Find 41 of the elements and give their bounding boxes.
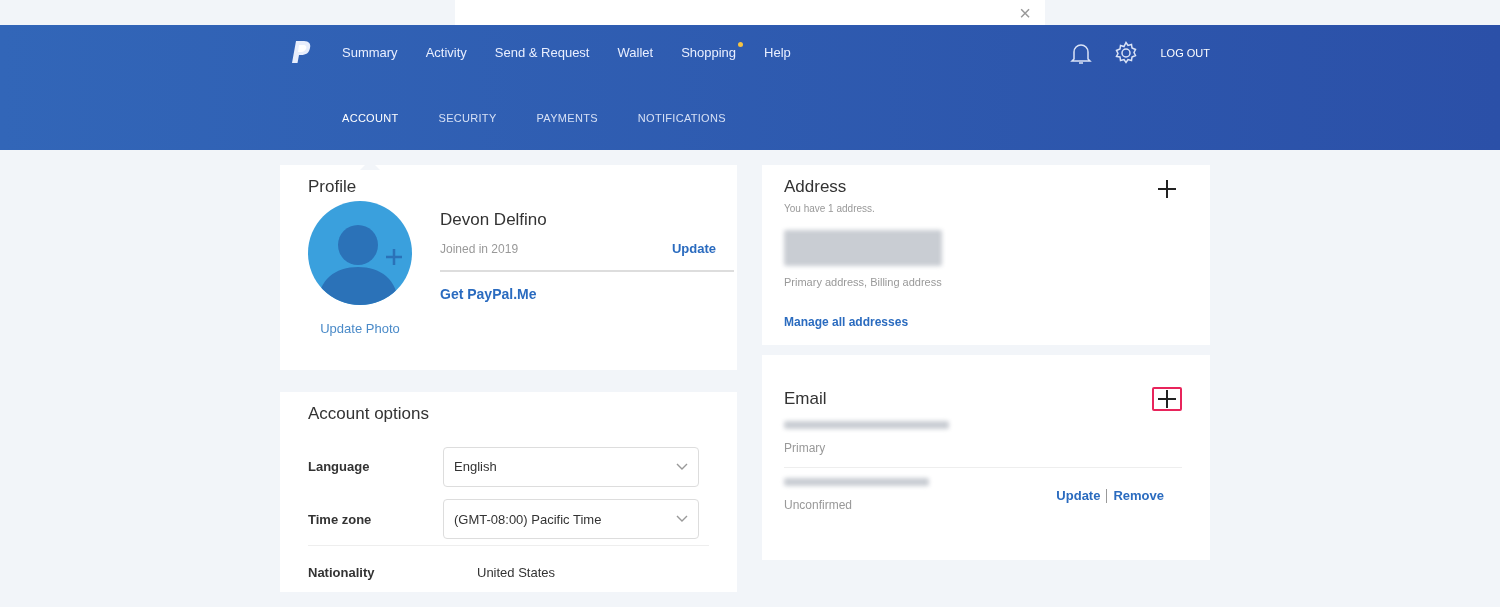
chevron-down-icon xyxy=(676,462,688,471)
avatar-icon[interactable] xyxy=(308,201,412,306)
dropdown[interactable]: English xyxy=(443,446,699,487)
chevron-down-icon xyxy=(676,515,688,524)
close-button[interactable]: × xyxy=(1019,4,1031,22)
section-title: Profile xyxy=(308,177,358,198)
add-button[interactable] xyxy=(1152,387,1182,411)
address-type: Primary address, Billing address xyxy=(784,275,943,290)
update-link[interactable]: Update xyxy=(671,238,716,259)
logout-link[interactable]: LOG OUT xyxy=(1160,44,1210,62)
bell-icon[interactable] xyxy=(1070,41,1093,65)
dropdown[interactable]: (GMT-08:00) Pacific Time xyxy=(443,499,699,540)
field-label: Language xyxy=(308,458,371,477)
nav-link[interactable]: Help xyxy=(764,43,791,63)
nav-link[interactable]: Summary xyxy=(342,43,398,63)
update-photo-link[interactable]: Update Photo xyxy=(320,319,400,339)
email-status: Primary xyxy=(784,440,827,457)
field-label: Nationality xyxy=(308,564,376,583)
nav-link[interactable]: Wallet xyxy=(617,43,654,63)
email-action-link[interactable]: Update xyxy=(1056,486,1101,506)
user-name: Devon Delfino xyxy=(440,209,548,232)
tab[interactable]: PAYMENTS xyxy=(536,103,598,133)
nav-link[interactable]: Send & Request xyxy=(494,43,590,63)
section-title: Email xyxy=(784,388,827,410)
nav-link[interactable]: Activity xyxy=(425,43,467,63)
email-action-link[interactable]: Remove xyxy=(1113,486,1164,506)
field-label: Time zone xyxy=(308,510,373,529)
nav-link[interactable]: Shopping xyxy=(681,43,744,63)
paypal-me-link[interactable]: Get PayPal.Me xyxy=(440,284,537,306)
field-value: United States xyxy=(476,564,556,583)
settings-icon[interactable] xyxy=(1114,41,1139,65)
section-title: Account options xyxy=(308,404,430,425)
joined-date: Joined in 2019 xyxy=(440,240,519,258)
address-count: You have 1 address. xyxy=(784,202,876,216)
tab[interactable]: SECURITY xyxy=(438,103,497,133)
tab[interactable]: NOTIFICATIONS xyxy=(637,103,726,133)
section-title: Address xyxy=(784,177,847,198)
email-status: Unconfirmed xyxy=(784,497,854,514)
logo-icon[interactable] xyxy=(290,40,312,66)
manage-addresses-link[interactable]: Manage all addresses xyxy=(784,312,909,331)
notification-dot xyxy=(738,42,744,48)
